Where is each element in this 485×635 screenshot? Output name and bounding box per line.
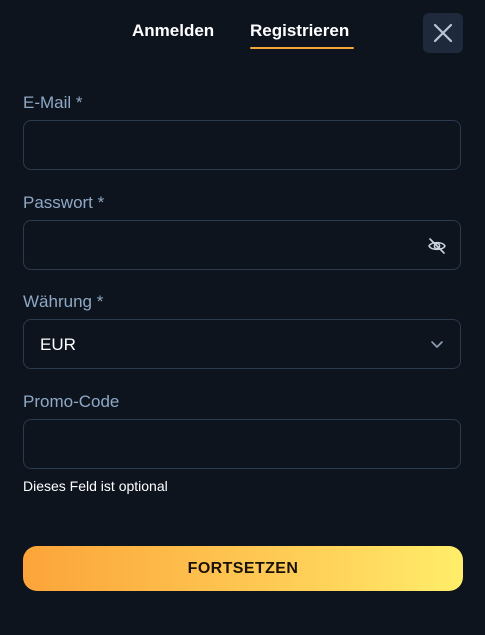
register-modal: Anmelden Registrieren E-Mail * Passwort …: [0, 0, 485, 635]
promo-code-field[interactable]: [24, 420, 460, 468]
currency-label: Währung *: [23, 292, 104, 311]
tab-login[interactable]: Anmelden: [132, 20, 214, 42]
eye-off-icon[interactable]: [427, 236, 447, 256]
email-label: E-Mail *: [23, 93, 83, 112]
continue-button-label: FORTSETZEN: [187, 559, 299, 577]
password-label: Passwort *: [23, 193, 105, 212]
close-button[interactable]: [423, 13, 463, 53]
auth-tabs: Anmelden Registrieren: [0, 18, 485, 52]
promo-code-hint: Dieses Feld ist optional: [23, 478, 168, 494]
continue-button[interactable]: FORTSETZEN: [23, 546, 463, 591]
promo-code-field-container: [23, 419, 461, 469]
currency-selected-value: EUR: [40, 335, 76, 354]
active-tab-indicator: [250, 47, 354, 49]
password-field-container: [23, 220, 461, 270]
tab-register[interactable]: Registrieren: [250, 20, 349, 42]
currency-select[interactable]: EUR: [23, 319, 461, 369]
close-icon: [433, 23, 453, 43]
chevron-down-icon: [431, 341, 443, 348]
password-field[interactable]: [24, 221, 460, 269]
email-field-container: [23, 120, 461, 170]
promo-code-label: Promo-Code: [23, 392, 120, 411]
email-field[interactable]: [24, 121, 460, 169]
